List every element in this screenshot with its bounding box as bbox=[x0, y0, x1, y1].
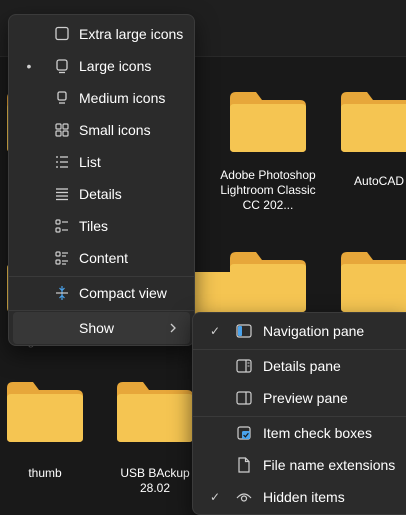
folder-thumb[interactable]: thumb bbox=[2, 380, 88, 500]
menu-item-label: Small icons bbox=[79, 122, 151, 138]
menu-item-label: Extra large icons bbox=[79, 26, 184, 42]
folder-icon bbox=[341, 92, 406, 152]
menu-item-show[interactable]: Show bbox=[13, 312, 190, 344]
menu-item-label: Content bbox=[79, 250, 129, 266]
folder-partial-2[interactable] bbox=[336, 250, 406, 320]
menu-item-label: Preview pane bbox=[263, 390, 348, 406]
menu-item-preview-pane[interactable]: Preview pane bbox=[197, 382, 403, 414]
menu-item-hidden-items[interactable]: ✓ Hidden items bbox=[197, 481, 403, 513]
menu-item-compact-view[interactable]: Compact view bbox=[13, 277, 190, 309]
preview-pane-icon bbox=[236, 391, 252, 405]
menu-item-medium-icons[interactable]: Medium icons bbox=[13, 82, 190, 114]
menu-item-details-pane[interactable]: Details pane bbox=[197, 350, 403, 382]
folder-usb-backup[interactable]: USB BAckup 28.02 bbox=[112, 380, 198, 500]
chevron-right-icon bbox=[170, 323, 176, 333]
menu-item-details[interactable]: Details bbox=[13, 178, 190, 210]
folder-autocad[interactable]: AutoCAD bbox=[336, 90, 406, 200]
item-check-boxes-icon bbox=[237, 426, 251, 440]
menu-item-label: Tiles bbox=[79, 218, 109, 234]
menu-item-list[interactable]: List bbox=[13, 146, 190, 178]
menu-item-label: Medium icons bbox=[79, 90, 166, 106]
menu-item-label: Large icons bbox=[79, 58, 152, 74]
extra-large-icons-icon bbox=[55, 26, 69, 41]
view-menu: Extra large icons • Large icons Medium i… bbox=[8, 14, 195, 346]
small-icons-icon bbox=[55, 123, 69, 137]
menu-item-label: Item check boxes bbox=[263, 425, 372, 441]
selected-bullet-icon: • bbox=[26, 58, 32, 74]
menu-item-small-icons[interactable]: Small icons bbox=[13, 114, 190, 146]
folder-icon bbox=[230, 92, 306, 152]
content-icon bbox=[55, 251, 68, 265]
checkmark-icon: ✓ bbox=[209, 490, 221, 504]
folder-icon bbox=[341, 252, 406, 312]
menu-item-label: Navigation pane bbox=[263, 323, 365, 339]
folder-icon bbox=[117, 382, 193, 442]
menu-item-label: Show bbox=[79, 320, 115, 336]
menu-item-label: Details pane bbox=[263, 358, 341, 374]
large-icons-icon bbox=[56, 59, 68, 74]
checkmark-icon: ✓ bbox=[209, 324, 221, 338]
menu-item-file-name-extensions[interactable]: File name extensions bbox=[197, 449, 403, 481]
hidden-items-icon bbox=[236, 493, 252, 502]
menu-item-large-icons[interactable]: • Large icons bbox=[13, 50, 190, 82]
menu-divider bbox=[9, 310, 194, 311]
menu-item-content[interactable]: Content bbox=[13, 242, 190, 274]
file-name-extensions-icon bbox=[238, 457, 250, 473]
folder-label: thumb bbox=[28, 466, 62, 480]
menu-item-item-check-boxes[interactable]: Item check boxes bbox=[197, 417, 403, 449]
menu-item-extra-large-icons[interactable]: Extra large icons bbox=[13, 18, 190, 50]
menu-item-label: Details bbox=[79, 186, 122, 202]
menu-item-label: File name extensions bbox=[263, 457, 396, 473]
show-submenu: ✓ Navigation pane Details pane Preview p… bbox=[192, 312, 406, 515]
navigation-pane-icon bbox=[236, 324, 252, 338]
menu-item-label: List bbox=[79, 154, 101, 170]
folder-icon bbox=[7, 382, 83, 442]
menu-item-label: Compact view bbox=[79, 285, 167, 301]
menu-item-label: Hidden items bbox=[263, 489, 345, 505]
menu-item-tiles[interactable]: Tiles bbox=[13, 210, 190, 242]
compact-view-icon bbox=[56, 286, 68, 300]
folder-label: Adobe Photoshop Lightroom Classic CC 202… bbox=[220, 168, 316, 212]
menu-item-navigation-pane[interactable]: ✓ Navigation pane bbox=[197, 315, 403, 347]
details-pane-icon bbox=[236, 359, 252, 373]
medium-icons-icon bbox=[57, 91, 67, 104]
folder-adobe-lightroom[interactable]: Adobe Photoshop Lightroom Classic CC 202… bbox=[220, 90, 316, 240]
list-icon bbox=[56, 156, 68, 168]
folder-label: AutoCAD bbox=[353, 174, 405, 188]
details-icon bbox=[56, 188, 68, 201]
tiles-icon bbox=[55, 219, 68, 233]
folder-label: USB BAckup 28.02 bbox=[120, 466, 190, 495]
